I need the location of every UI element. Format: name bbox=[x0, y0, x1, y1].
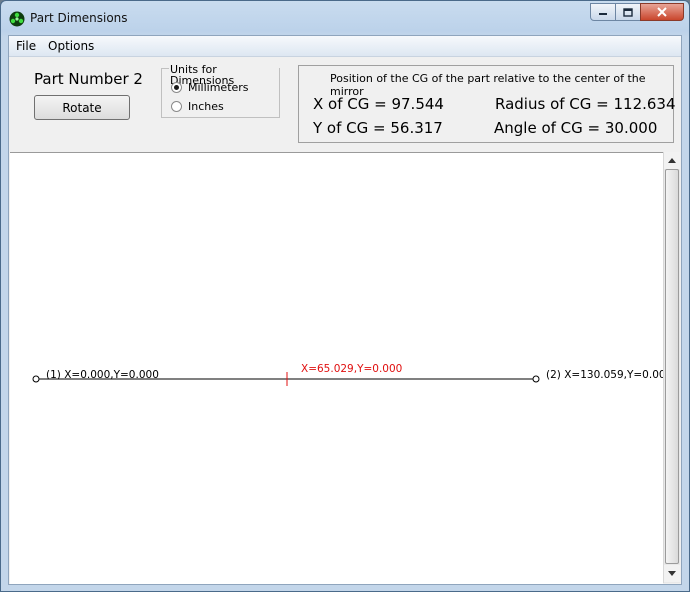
maximize-icon bbox=[623, 7, 633, 17]
scroll-thumb[interactable] bbox=[665, 169, 679, 564]
radio-millimeters-label: Millimeters bbox=[188, 81, 249, 94]
scroll-down-button[interactable] bbox=[664, 565, 680, 582]
app-icon bbox=[9, 11, 25, 27]
radio-inches[interactable]: Inches bbox=[171, 100, 224, 113]
cg-y-value: Y of CG = 56.317 bbox=[313, 119, 443, 137]
part-number-label: Part Number 2 bbox=[34, 70, 143, 88]
client-area: File Options Part Number 2 Rotate Units … bbox=[8, 35, 682, 585]
units-group: Units for Dimensions Millimeters Inches bbox=[161, 64, 280, 118]
minimize-button[interactable] bbox=[590, 3, 616, 21]
point-1-label: (1) X=0.000,Y=0.000 bbox=[46, 369, 159, 381]
radio-millimeters-indicator[interactable] bbox=[171, 82, 182, 93]
part-drawing: (1) X=0.000,Y=0.000 (2) X=130.059,Y=0.00… bbox=[32, 363, 663, 386]
radio-inches-label: Inches bbox=[188, 100, 224, 113]
menu-bar: File Options bbox=[9, 36, 681, 57]
point-1-marker bbox=[32, 375, 40, 383]
cg-x-value: X of CG = 97.544 bbox=[313, 95, 444, 113]
vertical-scrollbar[interactable] bbox=[663, 152, 680, 583]
point-2-marker bbox=[532, 375, 540, 383]
arrow-down-icon bbox=[668, 571, 676, 576]
part-dimensions-window: Part Dimensions File Options Part Number… bbox=[0, 0, 690, 592]
window-title: Part Dimensions bbox=[30, 11, 128, 25]
menu-file[interactable]: File bbox=[16, 39, 36, 53]
maximize-button[interactable] bbox=[615, 3, 641, 21]
close-button[interactable] bbox=[640, 3, 684, 21]
drawing-canvas[interactable]: (1) X=0.000,Y=0.000 (2) X=130.059,Y=0.00… bbox=[10, 152, 663, 584]
arrow-up-icon bbox=[668, 158, 676, 163]
radio-millimeters[interactable]: Millimeters bbox=[171, 81, 249, 94]
close-icon bbox=[657, 7, 667, 17]
scroll-up-button[interactable] bbox=[664, 152, 680, 169]
radio-inches-indicator[interactable] bbox=[171, 101, 182, 112]
window-controls bbox=[590, 3, 684, 21]
center-label: X=65.029,Y=0.000 bbox=[301, 363, 402, 375]
title-bar[interactable]: Part Dimensions bbox=[1, 1, 689, 35]
cg-radius-value: Radius of CG = 112.634 bbox=[495, 95, 676, 113]
rotate-button[interactable]: Rotate bbox=[34, 95, 130, 120]
menu-options[interactable]: Options bbox=[48, 39, 94, 53]
point-2-label: (2) X=130.059,Y=0.000 bbox=[546, 369, 663, 381]
cg-panel: Position of the CG of the part relative … bbox=[298, 65, 676, 143]
cg-angle-value: Angle of CG = 30.000 bbox=[494, 119, 658, 137]
minimize-icon bbox=[599, 13, 607, 15]
